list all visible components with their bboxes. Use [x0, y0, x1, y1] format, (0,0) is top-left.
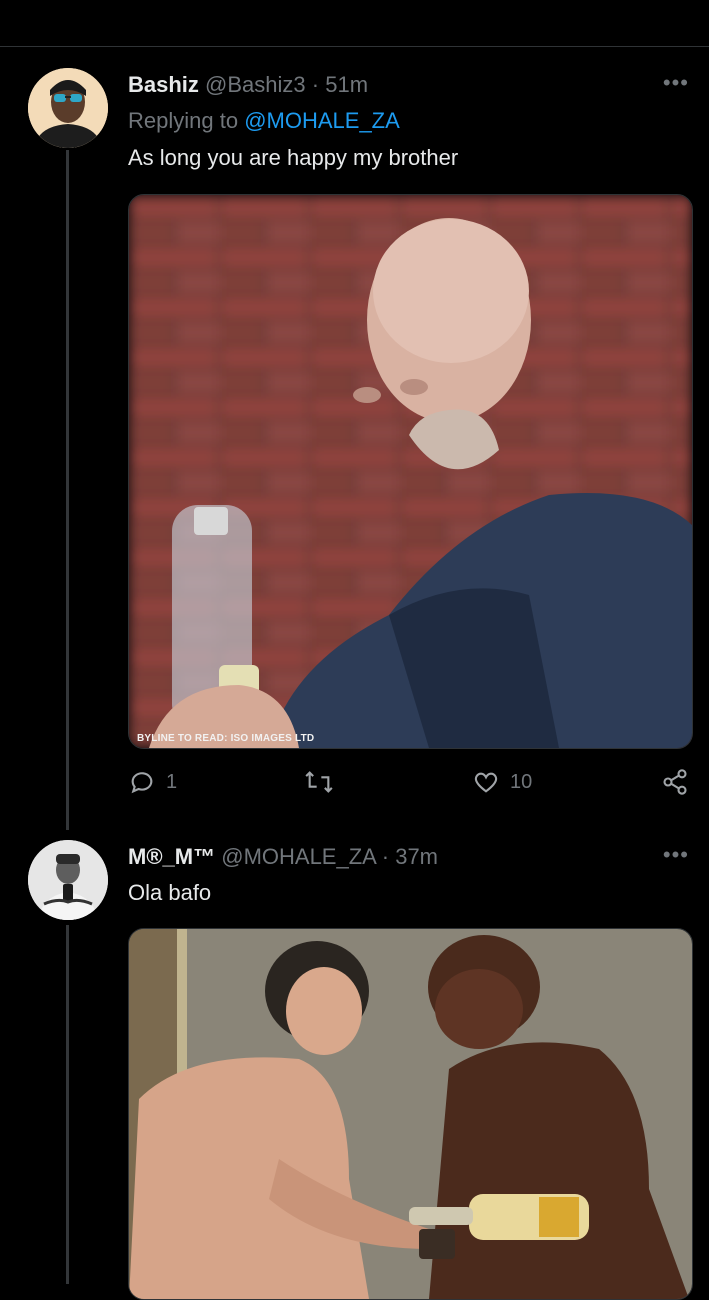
- like-button[interactable]: 10: [472, 768, 532, 796]
- heart-icon: [474, 772, 498, 793]
- more-icon[interactable]: •••: [663, 842, 689, 868]
- tweet-text: As long you are happy my brother: [128, 145, 459, 170]
- display-name[interactable]: Bashiz: [128, 72, 199, 97]
- separator: ·: [381, 844, 390, 869]
- like-count: 10: [510, 770, 533, 793]
- tweet-actions: 1 10: [128, 768, 691, 804]
- retweet-button[interactable]: [302, 768, 346, 796]
- thread-line: [66, 150, 69, 830]
- media-credit: BYLINE TO READ: ISO IMAGES LTD: [137, 733, 315, 744]
- avatar[interactable]: [28, 68, 108, 148]
- more-icon[interactable]: •••: [663, 70, 689, 96]
- share-icon: [663, 769, 687, 795]
- avatar[interactable]: [28, 840, 108, 920]
- reply-context: Replying to @MOHALE_ZA: [128, 108, 400, 134]
- reply-handle-link[interactable]: @MOHALE_ZA: [244, 108, 400, 133]
- reply-prefix: Replying to: [128, 108, 239, 133]
- timestamp[interactable]: 51m: [325, 72, 368, 97]
- tweet-text: Ola bafo: [128, 880, 212, 905]
- share-button[interactable]: [661, 768, 689, 796]
- reply-button[interactable]: 1: [128, 768, 177, 796]
- timestamp[interactable]: 37m: [395, 844, 438, 869]
- handle[interactable]: @Bashiz3: [205, 72, 306, 97]
- tweet-media[interactable]: WA BYLINE TO READ: ISO IMAGES LTD: [128, 194, 693, 749]
- tweet-header: Bashiz @Bashiz3 · 51m: [128, 72, 368, 98]
- status-bar: [0, 0, 709, 30]
- handle[interactable]: @MOHALE_ZA: [221, 844, 375, 869]
- separator: ·: [311, 72, 320, 97]
- reply-count: 1: [166, 770, 178, 793]
- tweet-media[interactable]: [128, 928, 693, 1300]
- reply-icon: [131, 772, 153, 794]
- tweet-header: M®_M™ @MOHALE_ZA · 37m: [128, 844, 438, 870]
- display-name[interactable]: M®_M™: [128, 844, 215, 869]
- divider: [0, 46, 709, 47]
- thread-line: [66, 925, 69, 1284]
- retweet-icon: [305, 771, 333, 793]
